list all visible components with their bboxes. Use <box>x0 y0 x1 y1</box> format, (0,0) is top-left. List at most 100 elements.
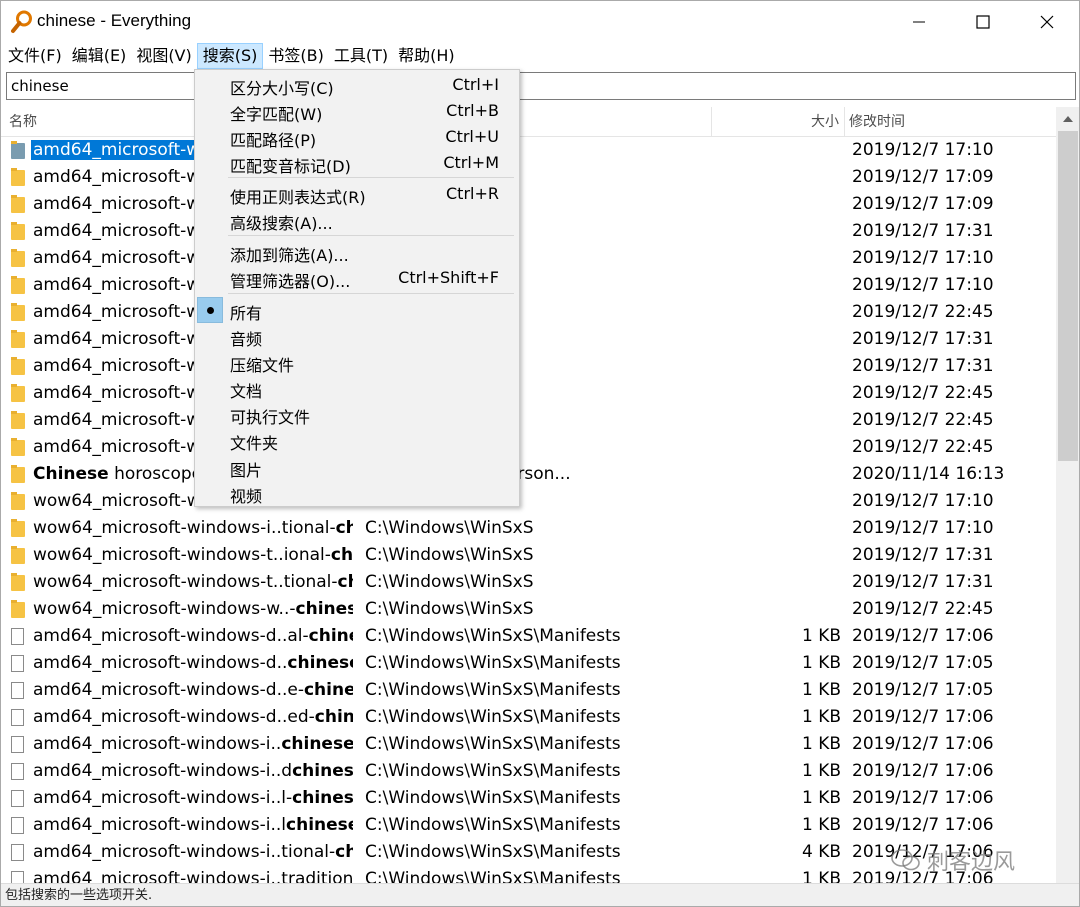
search-menu-item[interactable]: 文件夹 <box>197 427 517 453</box>
scroll-up-button[interactable] <box>1056 107 1079 131</box>
menu-item[interactable]: 书签(B) <box>263 43 328 69</box>
name-segment: amd64_microsoft-windows-d..e- <box>33 680 304 700</box>
menu-separator <box>228 293 514 294</box>
table-row[interactable]: amd64_microsoft-windows-d..chinese- C:\Wi… <box>1 650 1056 677</box>
menu-item-shortcut: Ctrl+M <box>443 153 499 172</box>
search-menu-item[interactable]: 区分大小写(C) Ctrl+I <box>197 72 517 98</box>
name-segment: amd64_microsoft-windows-i..d <box>33 761 293 781</box>
table-row[interactable]: amd64_microsoft-wiS2019/12/7 17:10 <box>1 137 1056 164</box>
folder-icon <box>11 438 25 456</box>
row-size: 1 KB <box>801 680 841 700</box>
row-name: wow64_microsoft-windows-w..-chines <box>33 599 353 619</box>
row-path: C:\Windows\WinSxS\Manifests <box>365 707 621 727</box>
search-menu-item[interactable]: 匹配路径(P) Ctrl+U <box>197 124 517 150</box>
row-name: amd64_microsoft-windows-d..ed-chin <box>33 707 353 727</box>
menu-item[interactable]: 搜索(S) <box>196 43 264 69</box>
table-row[interactable]: amd64_microsoft-wiS2019/12/7 17:31 <box>1 326 1056 353</box>
scrollbar-thumb[interactable] <box>1058 131 1078 461</box>
row-path: C:\Windows\WinSxS\Manifests <box>365 653 621 673</box>
table-row[interactable]: amd64_microsoft-wiS2019/12/7 17:10 <box>1 272 1056 299</box>
vertical-scrollbar[interactable] <box>1056 107 1079 883</box>
table-row[interactable]: amd64_microsoft-windows-d..al-chine C:\Wi… <box>1 623 1056 650</box>
table-row[interactable]: wow64_microsoft-windows-t..tional-ch C:\W… <box>1 569 1056 596</box>
table-row[interactable]: amd64_microsoft-windows-d..e-chines C:\Wi… <box>1 677 1056 704</box>
row-modified-date: 2019/12/7 22:45 <box>852 599 994 619</box>
row-name: wow64_microsoft-windows-t..tional-ch <box>33 572 353 592</box>
search-menu-item[interactable]: 所有 <box>197 297 517 323</box>
name-match-segment: chi <box>335 518 353 538</box>
table-row[interactable]: amd64_microsoft-windows-d..ed-chin C:\Win… <box>1 704 1056 731</box>
search-menu-item[interactable]: 添加到筛选(A)... <box>197 239 517 265</box>
table-row[interactable]: amd64_microsoft-wiS2019/12/7 22:45 <box>1 407 1056 434</box>
name-segment: wow64_microsoft-windows-w..- <box>33 599 296 619</box>
column-name-header[interactable]: 名称 <box>9 107 37 137</box>
table-row[interactable]: wow64_microsoft-wi 2019/12/7 17:10 <box>1 488 1056 515</box>
table-row[interactable]: amd64_microsoft-wiS2019/12/7 17:31 <box>1 353 1056 380</box>
row-size: 4 KB <box>801 842 841 862</box>
table-row[interactable]: wow64_microsoft-windows-w..-chines C:\Win… <box>1 596 1056 623</box>
table-row[interactable]: amd64_microsoft-windows-i..dchinese C:\Wi… <box>1 758 1056 785</box>
table-row[interactable]: amd64_microsoft-wiS2019/12/7 17:09 <box>1 164 1056 191</box>
menu-item-label: 添加到筛选(A)... <box>230 246 349 265</box>
row-size: 1 KB <box>801 626 841 646</box>
column-divider[interactable] <box>844 107 845 137</box>
menu-item-label: 匹配变音标记(D) <box>230 157 351 176</box>
row-modified-date: 2019/12/7 22:45 <box>852 410 994 430</box>
file-icon <box>11 655 24 672</box>
menu-item-label: 高级搜索(A)... <box>230 214 333 233</box>
search-menu-item[interactable]: 图片 <box>197 454 517 480</box>
table-row[interactable]: amd64_microsoft-wiS2019/12/7 17:10 <box>1 245 1056 272</box>
search-menu-item[interactable]: 管理筛选器(O)... Ctrl+Shift+F <box>197 265 517 291</box>
menu-item[interactable]: 工具(T) <box>329 43 393 69</box>
search-menu-item[interactable]: 全字匹配(W) Ctrl+B <box>197 98 517 124</box>
column-size-header[interactable]: 大小 <box>781 107 839 137</box>
name-match-segment: chinese <box>292 761 353 781</box>
name-match-segment: chine <box>308 626 353 646</box>
close-button[interactable] <box>1015 1 1079 43</box>
row-modified-date: 2020/11/14 16:13 <box>852 464 1005 484</box>
search-menu-item[interactable]: 可执行文件 <box>197 401 517 427</box>
menu-item[interactable]: 编辑(E) <box>67 43 132 69</box>
row-name: amd64_microsoft-windows-d..chinese- <box>33 653 353 673</box>
table-row[interactable]: amd64_microsoft-wiS2019/12/7 17:31 <box>1 218 1056 245</box>
menu-item[interactable]: 视图(V) <box>131 43 196 69</box>
search-menu-item[interactable]: 视频 <box>197 480 517 506</box>
row-path: C:\Windows\WinSxS <box>365 518 534 538</box>
search-box[interactable] <box>6 72 1076 100</box>
table-row[interactable]: Chinese horoscope86)\WPS Office Person..… <box>1 461 1056 488</box>
menu-item-label: 区分大小写(C) <box>230 79 334 98</box>
search-menu-item[interactable]: 匹配变音标记(D) Ctrl+M <box>197 150 517 176</box>
row-modified-date: 2019/12/7 17:31 <box>852 572 994 592</box>
name-match-segment: chines <box>295 599 353 619</box>
menu-item[interactable]: 帮助(H) <box>393 43 460 69</box>
menu-item-label: 使用正则表达式(R) <box>230 188 366 207</box>
table-row[interactable]: amd64_microsoft-wiS2019/12/7 22:45 <box>1 299 1056 326</box>
maximize-button[interactable] <box>951 1 1015 43</box>
row-size: 1 KB <box>801 761 841 781</box>
results-list[interactable]: 名称 大小 修改时间 amd64_microsoft-wiS2019/12/7 … <box>1 107 1056 883</box>
table-row[interactable]: wow64_microsoft-windows-i..tional-chi C:\… <box>1 515 1056 542</box>
folder-icon <box>11 573 25 591</box>
search-menu-item[interactable]: 压缩文件 <box>197 349 517 375</box>
table-row[interactable]: amd64_microsoft-wiS2019/12/7 22:45 <box>1 434 1056 461</box>
row-modified-date: 2019/12/7 17:10 <box>852 518 994 538</box>
column-modified-header[interactable]: 修改时间 <box>849 107 905 137</box>
table-row[interactable]: amd64_microsoft-windows-i..lchinese- C:\W… <box>1 812 1056 839</box>
minimize-button[interactable] <box>887 1 951 43</box>
search-menu-item[interactable]: 高级搜索(A)... <box>197 207 517 233</box>
table-row[interactable]: amd64_microsoft-windows-i..l-chinese C:\W… <box>1 785 1056 812</box>
file-icon <box>11 709 24 726</box>
search-menu-item[interactable]: 文档 <box>197 375 517 401</box>
table-row[interactable]: amd64_microsoft-wiS2019/12/7 17:09 <box>1 191 1056 218</box>
search-menu-item[interactable]: 使用正则表达式(R) Ctrl+R <box>197 181 517 207</box>
search-menu-item[interactable]: 音频 <box>197 323 517 349</box>
menu-item[interactable]: 文件(F) <box>3 43 67 69</box>
row-name: amd64_microsoft-windows-i..l-chinese <box>33 788 353 808</box>
table-row[interactable]: amd64_microsoft-windows-i..chinese-t C:\W… <box>1 731 1056 758</box>
menu-separator <box>228 177 514 178</box>
table-row[interactable]: wow64_microsoft-windows-t..ional-chi C:\W… <box>1 542 1056 569</box>
table-row[interactable]: amd64_microsoft-wiS2019/12/7 22:45 <box>1 380 1056 407</box>
search-input[interactable] <box>7 73 1075 99</box>
column-divider[interactable] <box>711 107 712 137</box>
menu-item-label: 文件夹 <box>230 434 279 453</box>
